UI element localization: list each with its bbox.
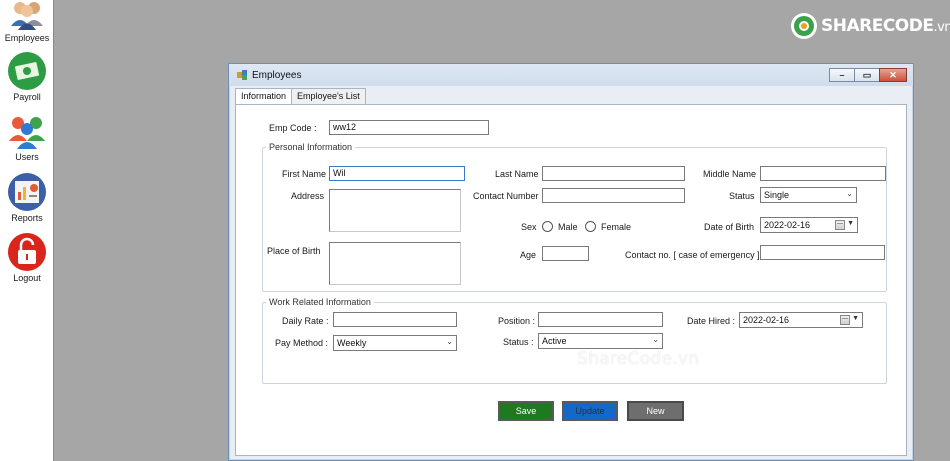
first-name-label: First Name — [282, 169, 327, 179]
last-name-label: Last Name — [495, 169, 539, 179]
middle-name-input[interactable] — [760, 166, 886, 181]
watermark-copyright: Copyright © ShareCode.vn — [343, 428, 580, 448]
sidebar-item-users[interactable]: Users — [0, 111, 54, 162]
work-status-label: Status : — [503, 337, 534, 347]
age-label: Age — [520, 250, 537, 260]
status-label: Status — [729, 191, 755, 201]
first-name-input[interactable]: Wil — [329, 166, 465, 181]
payroll-icon — [7, 51, 47, 91]
emergency-contact-input[interactable] — [760, 245, 885, 260]
contact-number-input[interactable] — [542, 188, 685, 203]
close-button[interactable]: ✕ — [879, 68, 907, 82]
pay-method-label: Pay Method : — [275, 338, 329, 348]
tab-employees-list[interactable]: Employee's List — [291, 88, 366, 104]
dropdown-arrow-icon: ▼ — [852, 315, 859, 322]
reports-icon — [7, 172, 47, 212]
place-of-birth-label: Place of Birth — [267, 246, 321, 256]
new-button[interactable]: New — [627, 401, 684, 421]
logout-icon — [7, 232, 47, 272]
sex-male-label[interactable]: Male — [558, 222, 578, 232]
age-input[interactable] — [542, 246, 589, 261]
sidebar-item-reports[interactable]: Reports — [0, 172, 54, 223]
personal-information-title: Personal Information — [266, 142, 356, 152]
users-icon — [7, 111, 47, 151]
sharecode-logo-icon — [791, 13, 817, 39]
emp-code-label: Emp Code : — [269, 123, 317, 133]
title-bar[interactable]: Employees – ▭ ✕ — [229, 64, 913, 86]
place-of-birth-textarea[interactable] — [329, 242, 461, 285]
window-title: Employees — [252, 70, 302, 81]
chevron-down-icon: ⌄ — [846, 189, 853, 198]
date-of-birth-value: 2022-02-16 — [764, 220, 811, 230]
position-label: Position : — [498, 316, 536, 326]
maximize-icon: ▭ — [862, 70, 872, 80]
save-button[interactable]: Save — [498, 401, 554, 421]
position-input[interactable] — [538, 312, 663, 327]
date-hired-label: Date Hired : — [687, 316, 736, 326]
sidebar-item-payroll[interactable]: Payroll — [0, 51, 54, 102]
sidebar: Employees Payroll Users Reports Logout — [0, 0, 54, 461]
middle-name-label: Middle Name — [703, 169, 757, 179]
minimize-icon: – — [839, 70, 845, 80]
calendar-icon — [840, 315, 850, 325]
date-hired-value: 2022-02-16 — [743, 315, 790, 325]
calendar-icon — [835, 220, 845, 230]
sidebar-item-label: Payroll — [13, 92, 41, 102]
daily-rate-input[interactable] — [333, 312, 457, 327]
status-select-value: Single — [764, 190, 790, 200]
minimize-button[interactable]: – — [829, 68, 855, 82]
date-hired-picker[interactable]: 2022-02-16 ▼ — [739, 312, 863, 328]
address-label: Address — [291, 191, 325, 201]
work-status-value: Active — [542, 336, 567, 346]
work-information-title: Work Related Information — [266, 297, 374, 307]
employees-window: Employees – ▭ ✕ Information Employee's L… — [228, 63, 914, 461]
sex-female-radio[interactable] — [585, 221, 596, 232]
emergency-contact-label: Contact no. [ case of emergency ] — [625, 250, 760, 260]
close-icon: ✕ — [889, 70, 897, 80]
date-of-birth-label: Date of Birth — [704, 222, 755, 232]
sidebar-item-logout[interactable]: Logout — [0, 232, 54, 283]
sex-male-radio[interactable] — [542, 221, 553, 232]
maximize-button[interactable]: ▭ — [854, 68, 880, 82]
app-icon — [237, 70, 247, 80]
address-textarea[interactable] — [329, 189, 461, 232]
chevron-down-icon: ⌄ — [652, 335, 659, 344]
emp-code-input[interactable]: ww12 — [329, 120, 489, 135]
sharecode-logo-text: SHARECODE.vn — [821, 16, 950, 36]
tab-information[interactable]: Information — [235, 88, 293, 105]
dropdown-arrow-icon: ▼ — [847, 220, 854, 227]
information-panel: Emp Code : ww12 Personal Information Fir… — [235, 104, 907, 456]
employees-icon — [7, 0, 47, 32]
sidebar-item-employees[interactable]: Employees — [0, 0, 54, 43]
watermark-middle: ShareCode.vn — [577, 349, 700, 369]
status-select[interactable]: Single ⌄ — [760, 187, 857, 203]
sharecode-logo: SHARECODE.vn — [790, 10, 950, 42]
daily-rate-label: Daily Rate : — [282, 316, 329, 326]
contact-number-label: Contact Number — [473, 191, 539, 201]
update-button[interactable]: Update — [562, 401, 618, 421]
date-of-birth-picker[interactable]: 2022-02-16 ▼ — [760, 217, 858, 233]
chevron-down-icon: ⌄ — [446, 337, 453, 346]
sidebar-item-label: Reports — [11, 213, 43, 223]
work-status-select[interactable]: Active ⌄ — [538, 333, 663, 349]
sidebar-item-label: Users — [15, 152, 39, 162]
pay-method-select[interactable]: Weekly ⌄ — [333, 335, 457, 351]
sidebar-item-label: Logout — [13, 273, 41, 283]
sex-label: Sex — [521, 222, 537, 232]
sidebar-item-label: Employees — [4, 33, 50, 43]
tab-strip: Information Employee's List — [235, 88, 366, 105]
sex-female-label[interactable]: Female — [601, 222, 631, 232]
last-name-input[interactable] — [542, 166, 685, 181]
pay-method-value: Weekly — [337, 338, 367, 348]
